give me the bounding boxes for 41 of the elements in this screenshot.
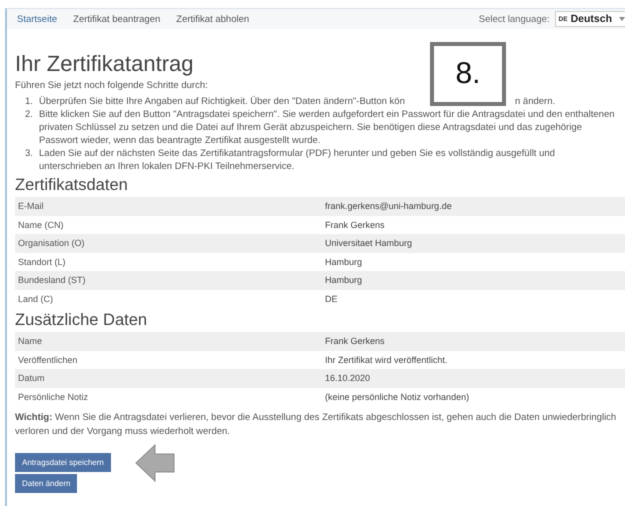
intro-text: Führen Sie jetzt noch folgende Schritte durch:: [15, 80, 209, 91]
edit-button[interactable]: Daten ändern: [15, 474, 78, 493]
step-number: 3.: [25, 147, 34, 161]
field-label: Name: [17, 336, 44, 346]
section-heading: Zusätzliche Daten: [15, 310, 148, 330]
warning-text: Wichtig: Wenn Sie die Antragsdatei verlieren, bevor die Ausstellung des Zertifikats abgeschlossen ist, gehen auch die Daten unwiederbringlich verloren und der Vorgang muss wiederholt werden.: [15, 411, 618, 439]
language-label: Select language:: [478, 14, 550, 24]
field-value: Frank Gerkens: [325, 336, 385, 346]
field-value: (keine persönliche Notiz vorhanden): [325, 392, 470, 402]
field-label: E-Mail: [17, 201, 45, 212]
field-value: Frank Gerkens: [325, 220, 385, 230]
nav-link[interactable]: Zertifikat abholen: [176, 14, 250, 24]
nav-link[interactable]: Startseite: [17, 14, 58, 24]
field-value: Universitaet Hamburg: [325, 238, 412, 248]
step-marker: 8.: [430, 42, 506, 106]
section-heading: Zertifikatsdaten: [15, 175, 129, 195]
nav-link[interactable]: Zertifikat beantragen: [73, 14, 160, 24]
field-label: Bundesland (ST): [17, 275, 87, 286]
step-number: 2.: [25, 108, 34, 122]
field-value: DE: [325, 294, 338, 304]
field-value: Hamburg: [325, 275, 362, 286]
field-value: 16.10.2020: [325, 373, 370, 384]
step-text: Laden Sie auf der nächsten Seite das Zertifikatantragsformular (PDF) herunter und geben Sie es vollständig ausgefüllt und unterschrieben an Ihren lokalen DFN-PKI Teilnehmerservice.: [39, 147, 556, 173]
step-text: Bitte klicken Sie auf den Button "Antragsdatei speichern". Sie werden aufgefordert ein Passwort für die Antragsdatei und den enthaltenen privaten Schlüssel zu setzen und die Datei auf Ihrem Gerät abzuspeichern. Sie benötigen diese Antragsdatei und das zugehörige Passwort wieder, wenn das beantragte Zertifikat ausgestellt wurde.: [39, 108, 616, 147]
save-button[interactable]: Antragsdatei speichern: [15, 453, 111, 472]
field-label: Name (CN): [17, 220, 65, 230]
field-label: Datum: [17, 373, 46, 384]
field-value: Hamburg: [325, 256, 362, 267]
arrow-icon: [134, 444, 175, 482]
page-title: Ihr Zertifikatantrag: [15, 51, 194, 77]
step-number: 1.: [25, 95, 34, 108]
field-label: Veröffentlichen: [17, 354, 78, 365]
field-value: frank.gerkens@uni-hamburg.de: [325, 201, 452, 212]
step-text: Überprüfen Sie bitte Ihre Angaben auf Richtigkeit. Über den "Daten ändern"-Button kön: [39, 95, 405, 108]
caret-icon: [619, 17, 625, 21]
step-text: n ändern.: [515, 95, 556, 108]
field-value: Ihr Zertifikat wird veröffentlicht.: [325, 354, 448, 365]
field-label: Persönliche Notiz: [17, 392, 90, 402]
field-label: Organisation (O): [17, 238, 86, 248]
field-label: Standort (L): [17, 256, 67, 267]
field-label: Land (C): [17, 294, 54, 304]
